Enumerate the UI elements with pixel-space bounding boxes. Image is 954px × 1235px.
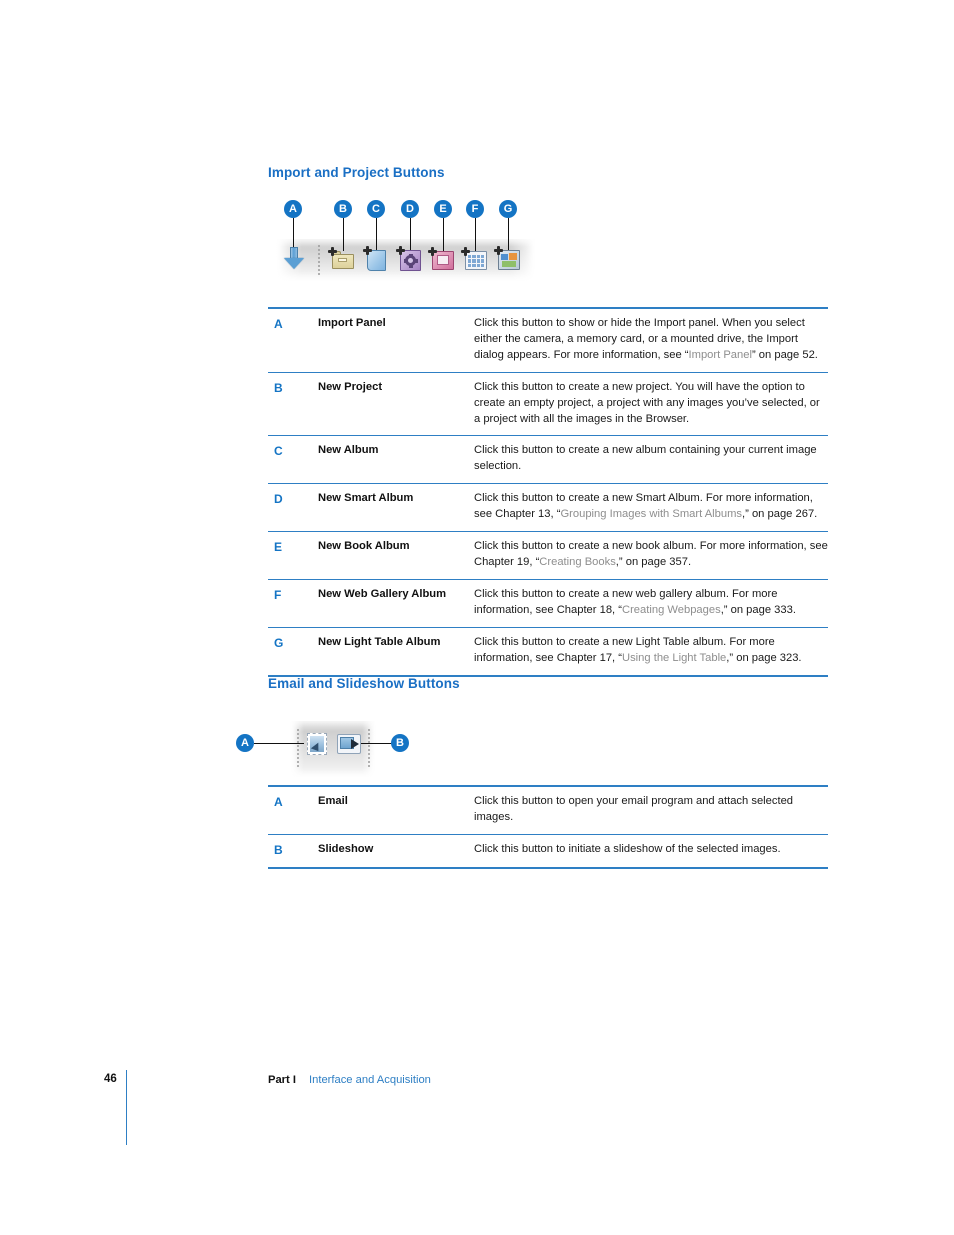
footer-vertical-rule xyxy=(126,1070,127,1145)
section-heading-email-and-slideshow: Email and Slideshow Buttons xyxy=(268,676,460,691)
leader-line-d xyxy=(410,218,411,251)
plus-badge-icon xyxy=(363,246,372,255)
page-footer: 46 Part I Interface and Acquisition xyxy=(0,1070,954,1160)
desc-text-after: ,” on page 267. xyxy=(742,508,818,521)
toolbar-strip-email xyxy=(290,721,376,777)
cross-reference-link[interactable]: Using the Light Table xyxy=(622,652,726,664)
plus-badge-icon xyxy=(396,246,405,255)
row-description: Click this button to create a new projec… xyxy=(474,372,828,437)
table-row: E New Book Album Click this button to cr… xyxy=(268,531,828,580)
plus-badge-icon xyxy=(494,246,503,255)
callout-badge-b: B xyxy=(391,734,409,752)
row-description: Click this button to show or hide the Im… xyxy=(474,306,828,373)
callout-badge-f: F xyxy=(466,200,484,218)
new-web-gallery-grid-icon[interactable] xyxy=(461,247,487,271)
row-letter: A xyxy=(268,306,318,373)
desc-text-after: ,” on page 323. xyxy=(726,651,802,664)
desc-text-before: Click this button to create a new projec… xyxy=(474,380,820,425)
plus-badge-icon xyxy=(428,247,437,256)
cross-reference-link[interactable]: Import Panel xyxy=(689,349,752,361)
new-album-page-icon[interactable] xyxy=(363,246,389,271)
desc-text-before: Click this button to create a new album … xyxy=(474,444,817,473)
plus-badge-icon xyxy=(461,247,470,256)
toolbar-separator-dotted-right xyxy=(368,729,370,767)
new-project-folder-icon[interactable] xyxy=(328,247,354,271)
figure-import-and-project-toolbar: A B C D E F G xyxy=(268,200,568,300)
table-row: F New Web Gallery Album Click this butto… xyxy=(268,579,828,628)
slideshow-play-icon[interactable] xyxy=(337,734,361,754)
import-arrow-down-icon[interactable] xyxy=(283,247,305,269)
row-description: Click this button to initiate a slidesho… xyxy=(474,834,828,869)
row-button-name: New Web Gallery Album xyxy=(318,579,474,628)
row-letter: D xyxy=(268,483,318,533)
callout-badge-b: B xyxy=(334,200,352,218)
plus-badge-icon xyxy=(328,247,337,256)
toolbar-separator-dotted xyxy=(318,245,320,275)
leader-line-c xyxy=(376,218,377,251)
row-button-name: New Project xyxy=(318,372,474,437)
row-description: Click this button to create a new Light … xyxy=(474,627,828,677)
row-description: Click this button to create a new album … xyxy=(474,435,828,485)
table-row: A Import Panel Click this button to show… xyxy=(268,306,828,373)
cross-reference-link[interactable]: Creating Books xyxy=(539,556,616,568)
row-button-name: Import Panel xyxy=(318,306,474,373)
table-row: A Email Click this button to open your e… xyxy=(268,784,828,835)
figure-email-and-slideshow-toolbar: A B xyxy=(236,715,556,785)
leader-line-b xyxy=(343,218,344,251)
document-page: Import and Project Buttons A B C D E F G xyxy=(0,0,954,1235)
toolbar-separator-dotted-left xyxy=(297,729,299,767)
table-row: D New Smart Album Click this button to c… xyxy=(268,483,828,533)
callout-badge-g: G xyxy=(499,200,517,218)
new-smart-album-gear-icon[interactable] xyxy=(396,246,422,271)
callout-badge-c: C xyxy=(367,200,385,218)
leader-line-g xyxy=(508,218,509,251)
desc-text-after: ,” on page 357. xyxy=(615,555,692,568)
email-stamp-icon[interactable] xyxy=(307,733,327,755)
leader-line-e xyxy=(443,218,444,251)
footer-part-title: Interface and Acquisition xyxy=(309,1074,431,1086)
desc-text-after: ,” on page 333. xyxy=(720,603,796,616)
row-letter: C xyxy=(268,435,318,485)
cross-reference-link[interactable]: Grouping Images with Smart Albums xyxy=(560,508,742,520)
callout-badge-e: E xyxy=(434,200,452,218)
row-letter: F xyxy=(268,579,318,628)
row-button-name: New Smart Album xyxy=(318,483,474,533)
callout-badge-d: D xyxy=(401,200,419,218)
desc-text-before: Click this button to initiate a slidesho… xyxy=(474,842,781,855)
row-button-name: New Book Album xyxy=(318,531,474,580)
callout-badge-a: A xyxy=(236,734,254,752)
desc-text-before: Click this button to open your email pro… xyxy=(474,795,794,823)
row-letter: B xyxy=(268,834,318,869)
row-button-name: Email xyxy=(318,784,474,835)
new-light-table-icon[interactable] xyxy=(494,246,520,271)
row-letter: G xyxy=(268,627,318,677)
row-letter: A xyxy=(268,784,318,835)
new-book-album-icon[interactable] xyxy=(428,247,454,271)
row-button-name: New Album xyxy=(318,435,474,485)
callout-badge-a: A xyxy=(284,200,302,218)
table-row: B New Project Click this button to creat… xyxy=(268,372,828,437)
cross-reference-link[interactable]: Creating Webpages xyxy=(622,604,721,616)
table-row: C New Album Click this button to create … xyxy=(268,435,828,485)
row-letter: B xyxy=(268,372,318,437)
footer-part-label: Part I xyxy=(268,1074,296,1086)
row-button-name: Slideshow xyxy=(318,834,474,869)
table-email-and-slideshow-buttons: A Email Click this button to open your e… xyxy=(268,784,828,869)
row-description: Click this button to create a new book a… xyxy=(474,531,828,580)
row-letter: E xyxy=(268,531,318,580)
row-button-name: New Light Table Album xyxy=(318,627,474,677)
footer-page-number: 46 xyxy=(104,1073,117,1085)
section-heading-import-and-project: Import and Project Buttons xyxy=(268,165,445,180)
leader-line-b xyxy=(356,743,392,744)
row-description: Click this button to create a new web ga… xyxy=(474,579,828,628)
desc-text-after: ” on page 52. xyxy=(751,348,818,361)
row-description: Click this button to open your email pro… xyxy=(474,784,828,835)
table-row: B Slideshow Click this button to initiat… xyxy=(268,834,828,869)
row-description: Click this button to create a new Smart … xyxy=(474,483,828,533)
table-import-and-project-buttons: A Import Panel Click this button to show… xyxy=(268,306,828,677)
leader-line-f xyxy=(475,218,476,251)
table-row: G New Light Table Album Click this butto… xyxy=(268,627,828,677)
